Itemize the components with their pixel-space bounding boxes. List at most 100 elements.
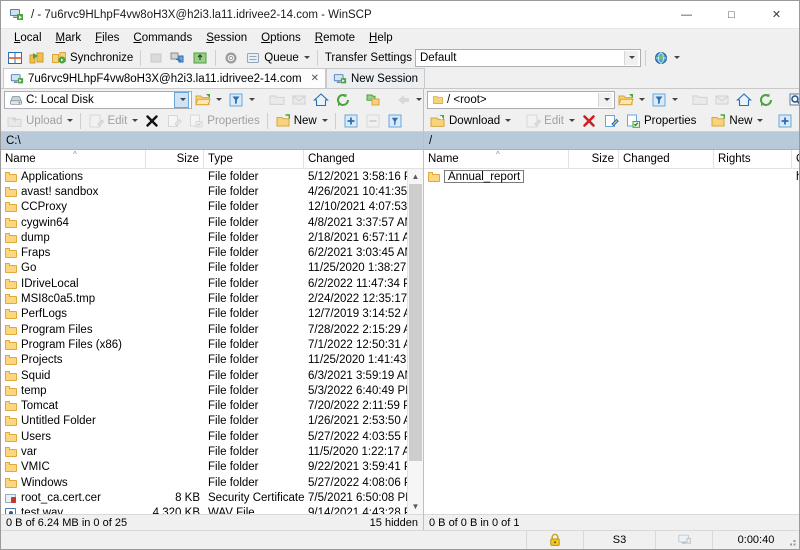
put-session-button[interactable] — [189, 48, 211, 67]
file-name-cell[interactable]: Users — [1, 431, 146, 443]
table-row[interactable]: Untitled Folder File folder 1/26/2021 2:53… — [1, 414, 407, 429]
table-row[interactable]: IDriveLocal File folder 6/2/2022 11:47:34 … — [1, 276, 407, 291]
table-row[interactable]: var File folder 11/5/2020 1:22:17 AM — [1, 444, 407, 459]
table-row[interactable]: cygwin64 File folder 4/8/2021 3:37:57 AM — [1, 215, 407, 230]
file-name-cell[interactable]: Go — [1, 262, 146, 274]
table-row[interactable]: Applications File folder 5/12/2021 3:58:16… — [1, 169, 407, 184]
status-monitor-cell[interactable] — [655, 531, 712, 549]
local-filter-dropdown-arrow[interactable] — [249, 98, 255, 101]
local-scroll-track[interactable] — [408, 184, 423, 499]
local-edit-dropdown-arrow[interactable] — [132, 119, 139, 122]
local-refresh-button[interactable] — [332, 90, 354, 109]
local-vertical-scrollbar[interactable]: ▲ ▼ — [407, 169, 423, 514]
local-back-dropdown-arrow[interactable] — [416, 98, 422, 101]
remote-col-size[interactable]: Size — [569, 150, 619, 168]
local-scroll-down-button[interactable]: ▼ — [408, 499, 423, 514]
session-link-button[interactable] — [167, 48, 189, 67]
local-col-name[interactable]: Name ^ — [1, 150, 146, 168]
table-row[interactable]: VMIC File folder 9/22/2021 3:59:41 PM — [1, 460, 407, 475]
remote-new-button[interactable]: New — [707, 111, 766, 130]
table-row[interactable]: Fraps File folder 6/2/2021 3:03:45 AM — [1, 245, 407, 260]
remote-unselect-button[interactable] — [796, 111, 799, 130]
local-properties-button[interactable]: Properties — [185, 111, 262, 130]
maximize-button[interactable]: □ — [709, 1, 754, 28]
menu-help[interactable]: Help — [362, 30, 400, 46]
table-row[interactable]: Projects File folder 11/25/2020 1:41:43 PM — [1, 353, 407, 368]
local-col-type[interactable]: Type — [204, 150, 304, 168]
local-col-size[interactable]: Size — [146, 150, 204, 168]
remote-col-rights[interactable]: Rights — [714, 150, 792, 168]
remote-edit-dropdown-arrow[interactable] — [568, 119, 575, 122]
file-name-cell[interactable]: Program Files — [1, 324, 146, 336]
remote-home-button[interactable] — [733, 90, 755, 109]
menu-files[interactable]: Files — [88, 30, 126, 46]
local-path-bar[interactable]: C:\ — [1, 132, 423, 150]
file-name-cell[interactable]: root_ca.cert.cer — [1, 492, 146, 504]
remote-filter-button[interactable] — [648, 90, 681, 109]
table-row[interactable]: Annual_report h2i3.la1... — [424, 169, 799, 184]
local-unselect-button[interactable] — [362, 111, 384, 130]
file-name-cell[interactable]: CCProxy — [1, 201, 146, 213]
download-dropdown-arrow[interactable] — [505, 119, 512, 122]
file-name-cell[interactable]: Windows — [1, 477, 146, 489]
file-name-cell[interactable]: PerfLogs — [1, 308, 146, 320]
close-button[interactable]: ✕ — [754, 1, 799, 28]
stop-button[interactable] — [145, 48, 167, 67]
file-name-cell[interactable]: Tomcat — [1, 400, 146, 412]
table-row[interactable]: Tomcat File folder 7/20/2022 2:11:59 PM — [1, 398, 407, 413]
remote-new-dropdown-arrow[interactable] — [757, 119, 764, 122]
file-name-cell[interactable]: temp — [1, 385, 146, 397]
preferences-button[interactable] — [220, 48, 242, 67]
table-row[interactable]: root_ca.cert.cer 8 KB Security Certificate… — [1, 490, 407, 505]
file-name-cell[interactable]: avast! sandbox — [1, 186, 146, 198]
file-name-cell[interactable]: Fraps — [1, 247, 146, 259]
file-name-cell[interactable]: Annual_report — [424, 170, 569, 184]
table-row[interactable]: Windows File folder 5/27/2022 4:08:06 PM — [1, 475, 407, 490]
remote-filter-dropdown-arrow[interactable] — [672, 98, 678, 101]
remote-parent-dir-button[interactable] — [689, 90, 711, 109]
local-open-directory-button[interactable] — [192, 90, 225, 109]
table-row[interactable]: Program Files (x86) File folder 7/1/2022 1… — [1, 337, 407, 352]
globe-button[interactable] — [650, 48, 683, 67]
resize-grip[interactable] — [785, 535, 797, 547]
menu-mark[interactable]: Mark — [49, 30, 89, 46]
table-row[interactable]: temp File folder 5/3/2022 6:40:49 PM — [1, 383, 407, 398]
file-name-cell[interactable]: Squid — [1, 370, 146, 382]
remote-select-button[interactable] — [774, 111, 796, 130]
local-invert-select-button[interactable] — [384, 111, 406, 130]
download-button[interactable]: Download — [427, 111, 514, 130]
session-tab-close-icon[interactable]: ✕ — [311, 73, 319, 84]
local-col-changed[interactable]: Changed — [304, 150, 423, 168]
local-edit-button[interactable]: Edit — [85, 111, 141, 130]
local-scroll-thumb[interactable] — [409, 184, 422, 462]
remote-edit-button[interactable]: Edit — [522, 111, 578, 130]
file-name-cell[interactable]: dump — [1, 232, 146, 244]
file-name-cell[interactable]: Untitled Folder — [1, 415, 146, 427]
local-root-dir-button[interactable] — [288, 90, 310, 109]
local-select-button[interactable] — [340, 111, 362, 130]
file-name-cell[interactable]: Program Files (x86) — [1, 339, 146, 351]
file-name-cell[interactable]: VMIC — [1, 461, 146, 473]
upload-button[interactable]: Upload — [4, 111, 76, 130]
remote-open-dropdown-arrow[interactable] — [639, 98, 645, 101]
local-scroll-up-button[interactable]: ▲ — [408, 169, 423, 184]
table-row[interactable]: CCProxy File folder 12/10/2021 4:07:53 PM — [1, 200, 407, 215]
local-parent-dir-button[interactable] — [266, 90, 288, 109]
file-name-cell[interactable]: cygwin64 — [1, 217, 146, 229]
remote-rename-button[interactable] — [600, 111, 622, 130]
remote-col-name[interactable]: Name ^ — [424, 150, 569, 168]
remote-delete-button[interactable] — [578, 111, 600, 130]
new-session-tab[interactable]: New Session — [325, 68, 426, 88]
table-row[interactable]: Go File folder 11/25/2020 1:38:27 PM — [1, 261, 407, 276]
queue-button[interactable]: Queue — [242, 48, 313, 67]
local-back-button[interactable] — [392, 90, 423, 109]
file-name-cell[interactable]: MSI8c0a5.tmp — [1, 293, 146, 305]
menu-local[interactable]: Local — [7, 30, 49, 46]
minimize-button[interactable]: — — [664, 1, 709, 28]
sync-browsing-button[interactable] — [4, 48, 26, 67]
table-row[interactable]: dump File folder 2/18/2021 6:57:11 AM — [1, 230, 407, 245]
menu-session[interactable]: Session — [199, 30, 254, 46]
table-row[interactable]: test.wav 4,320 KB WAV File 9/14/2021 4:43:2… — [1, 506, 407, 514]
table-row[interactable]: avast! sandbox File folder 4/26/2021 10:41… — [1, 184, 407, 199]
table-row[interactable]: PerfLogs File folder 12/7/2019 3:14:52 AM — [1, 307, 407, 322]
